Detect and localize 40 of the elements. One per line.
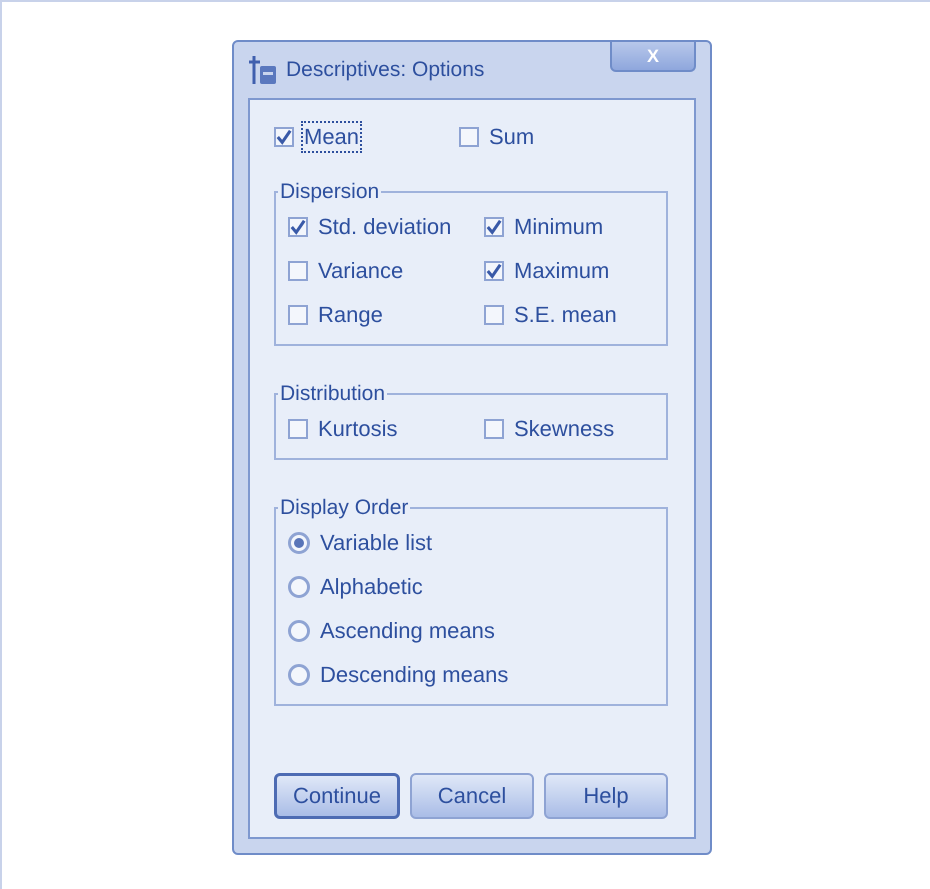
radio-button[interactable] xyxy=(288,576,310,598)
radio-button[interactable] xyxy=(288,532,310,554)
checkbox-label: S.E. mean xyxy=(513,301,618,329)
group-title: Distribution xyxy=(279,382,386,406)
checkbox-label: Variance xyxy=(317,257,404,285)
radio-label: Alphabetic xyxy=(319,573,424,601)
checkbox-label: Range xyxy=(317,301,384,329)
checkbox[interactable] xyxy=(484,261,504,281)
checkbox[interactable] xyxy=(484,419,504,439)
radio-label: Variable list xyxy=(319,529,434,557)
dialog-button[interactable]: Continue xyxy=(274,773,400,819)
checkbox[interactable] xyxy=(288,419,308,439)
radio-button[interactable] xyxy=(288,664,310,686)
window-title: Descriptives: Options xyxy=(286,58,486,82)
radio-label: Ascending means xyxy=(319,617,496,645)
dialog-button[interactable]: Cancel xyxy=(410,773,534,819)
check-icon xyxy=(276,128,292,146)
checkbox-label: Kurtosis xyxy=(317,415,398,443)
checkbox[interactable] xyxy=(274,127,294,147)
checkbox[interactable] xyxy=(484,305,504,325)
check-icon xyxy=(290,218,306,236)
check-icon xyxy=(486,262,502,280)
checkbox[interactable] xyxy=(288,261,308,281)
checkbox-label: Skewness xyxy=(513,415,616,443)
checkbox-label: Minimum xyxy=(513,213,604,241)
app-icon xyxy=(248,54,278,86)
checkbox[interactable] xyxy=(288,305,308,325)
checkbox[interactable] xyxy=(484,217,504,237)
check-icon xyxy=(486,218,502,236)
group-title: Display Order xyxy=(279,496,410,520)
radio-label: Descending means xyxy=(319,661,510,689)
group-title: Dispersion xyxy=(279,180,380,204)
checkbox[interactable] xyxy=(288,217,308,237)
checkbox-label: Sum xyxy=(488,123,536,151)
radio-button[interactable] xyxy=(288,620,310,642)
checkbox-label: Mean xyxy=(303,123,360,151)
checkbox[interactable] xyxy=(459,127,479,147)
checkbox-label: Maximum xyxy=(513,257,610,285)
checkbox-label: Std. deviation xyxy=(317,213,452,241)
dialog-button[interactable]: Help xyxy=(544,773,668,819)
